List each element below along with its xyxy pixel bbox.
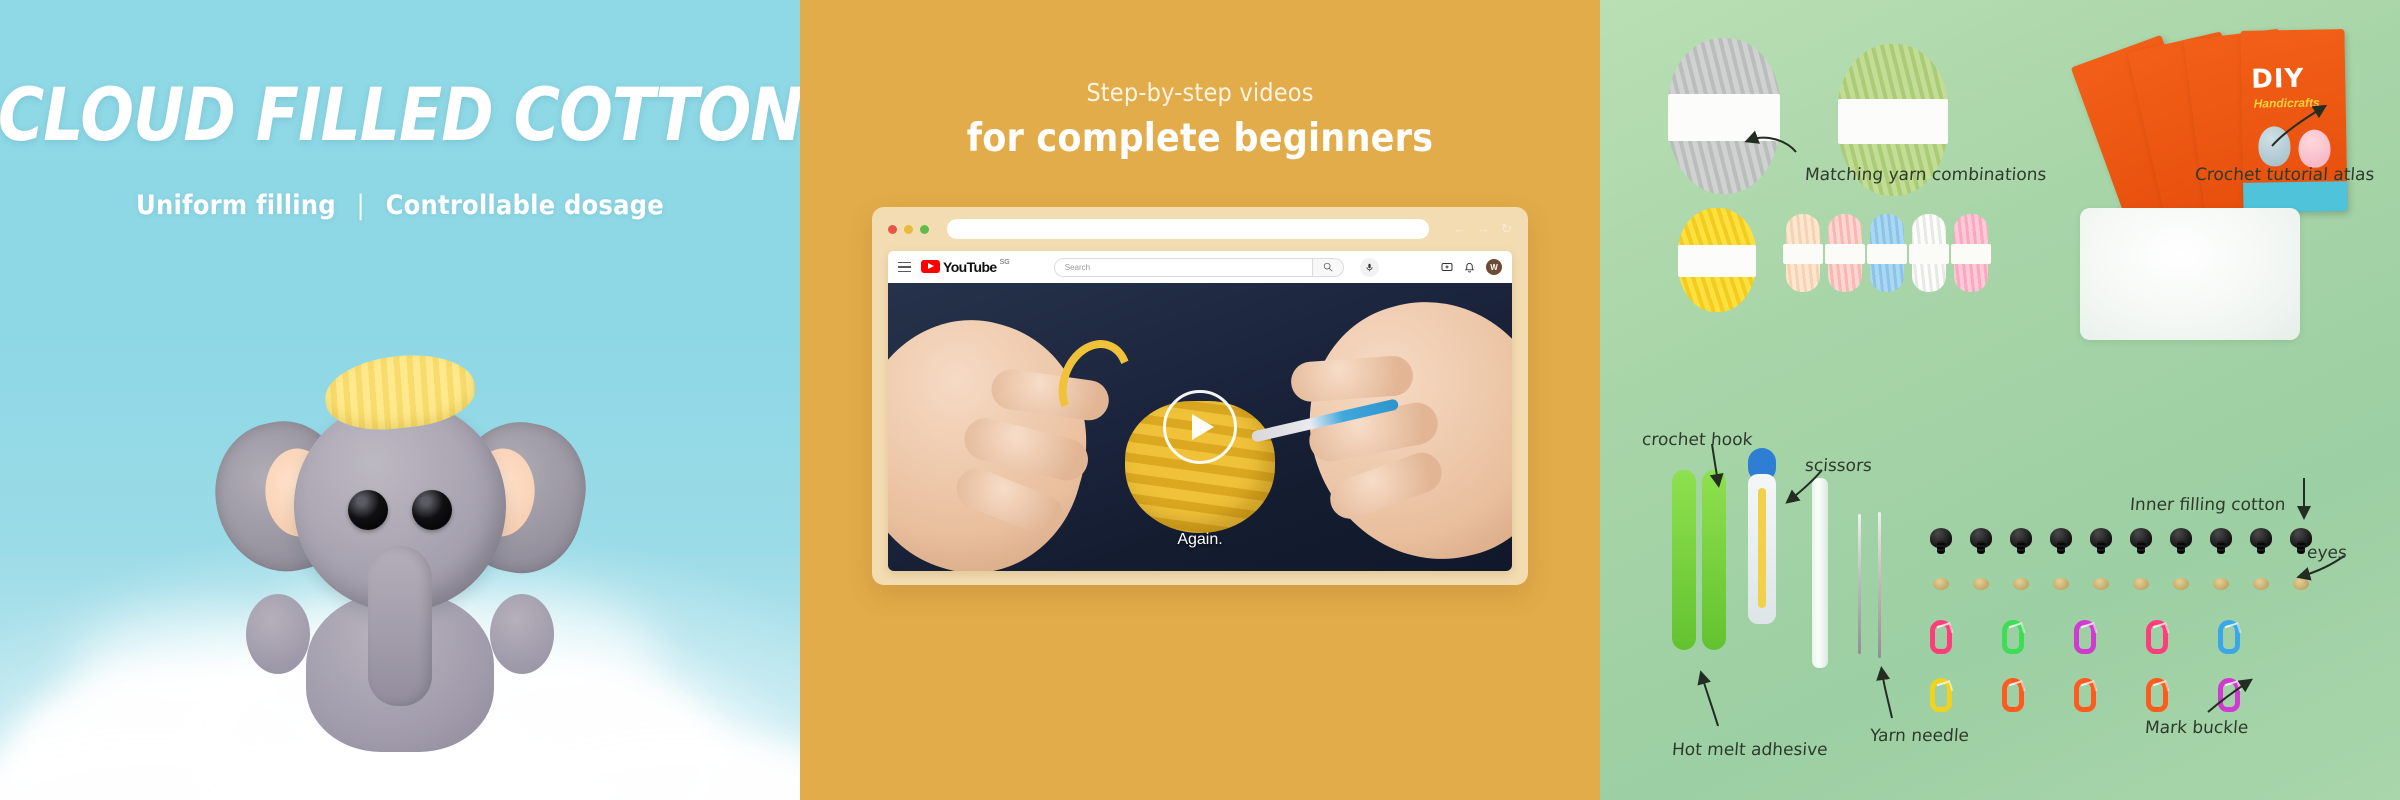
label-matching-yarn-combinations: Matching yarn combinations (1804, 165, 2048, 185)
microphone-icon[interactable] (1359, 257, 1379, 277)
label-eyes: eyes (2306, 543, 2348, 563)
label-yarn-needle: Yarn needle (1869, 726, 1970, 746)
play-button[interactable] (1163, 390, 1237, 464)
elephant-arm-left (246, 594, 310, 674)
panel-kit-contents: DIY Handicrafts Matching yarn combinatio… (1600, 0, 2400, 800)
panel-step-by-step-videos: Step-by-step videos for complete beginne… (800, 0, 1600, 800)
glue-stick (1812, 478, 1828, 668)
label-crochet-tutorial-atlas: Crochet tutorial atlas (2194, 165, 2376, 185)
youtube-viewport: YouTube SG Search W Again. (888, 251, 1512, 571)
label-scissors: scissors (1804, 456, 1873, 476)
youtube-header: YouTube SG Search W (888, 251, 1512, 283)
cotton-subtitle-left: Uniform filling (136, 190, 336, 221)
booklet-figure-pink (2298, 129, 2331, 168)
cotton-subtitle: Uniform filling | Controllable dosage (0, 190, 800, 221)
forward-arrow-icon[interactable]: → (1477, 221, 1490, 237)
elephant-arm-right (490, 594, 554, 674)
videos-kicker: Step-by-step videos (1086, 78, 1314, 107)
inner-filling-cotton-bag (2080, 208, 2300, 340)
youtube-logo[interactable]: YouTube SG (921, 259, 1010, 275)
booklet-subtitle: Handicrafts (2253, 95, 2320, 111)
cotton-subtitle-right: Controllable dosage (385, 190, 664, 221)
youtube-region-tag: SG (999, 259, 1010, 266)
panel-cloud-filled-cotton: CLOUD FILLED COTTON Uniform filling | Co… (0, 0, 800, 800)
maximize-window-dot[interactable] (920, 224, 929, 234)
label-crochet-hook: crochet hook (1641, 430, 1754, 450)
yarn-skein-yellow (1678, 208, 1756, 312)
browser-toolbar: ← → ↻ (872, 207, 1528, 251)
booklet-figure-blue (2258, 126, 2291, 167)
label-hot-melt-adhesive: Hot melt adhesive (1671, 740, 1829, 760)
label-mark-buckle: Mark buckle (2144, 718, 2249, 738)
hand-left (888, 294, 1116, 571)
youtube-play-badge-icon (921, 260, 940, 273)
yarn-skein-gray (1668, 38, 1780, 194)
page-title: CLOUD FILLED COTTON (0, 71, 800, 158)
yarn-needle-2 (1878, 512, 1881, 658)
play-triangle-icon (1191, 414, 1214, 440)
search-placeholder: Search (1064, 262, 1091, 272)
booklet-title: DIY (2251, 63, 2305, 95)
yarn-mini-pink (1951, 214, 1991, 292)
tutorial-booklet-1: DIY Handicrafts (2240, 29, 2348, 213)
search-button[interactable] (1311, 257, 1344, 277)
search-input[interactable]: Search (1053, 257, 1312, 277)
reload-icon[interactable]: ↻ (1501, 221, 1512, 237)
back-arrow-icon[interactable]: ← (1453, 221, 1466, 237)
close-window-dot[interactable] (888, 224, 897, 234)
yarn-mini-cream (1783, 214, 1823, 292)
youtube-search: Search (1053, 257, 1344, 277)
elephant-trunk (368, 546, 432, 706)
video-player[interactable]: Again. (888, 283, 1512, 571)
minimize-window-dot[interactable] (904, 224, 913, 234)
address-bar[interactable] (947, 219, 1430, 239)
yarn-mini-peach (1825, 214, 1865, 292)
yarn-mini-white (1909, 214, 1949, 292)
menu-icon[interactable] (898, 261, 911, 273)
browser-nav-icons: ← → ↻ (1453, 221, 1512, 237)
elephant-eye-right (412, 490, 452, 530)
label-inner-filling-cotton: Inner filling cotton (2129, 495, 2287, 515)
youtube-wordmark: YouTube (943, 259, 997, 275)
avatar[interactable]: W (1486, 259, 1502, 275)
videos-headline: for complete beginners (966, 116, 1434, 161)
browser-mockup: ← → ↻ YouTube SG Search W Again. (872, 207, 1528, 585)
elephant-eye-left (348, 490, 388, 530)
video-caption: Again. (1177, 531, 1223, 548)
cotton-subtitle-divider: | (356, 190, 365, 221)
youtube-account-actions: W (1441, 259, 1502, 275)
elephant-amigurumi (201, 330, 599, 760)
search-icon (1323, 262, 1333, 272)
yarn-mini-blue (1867, 214, 1907, 292)
window-traffic-lights (888, 224, 929, 234)
create-video-icon[interactable] (1441, 261, 1453, 273)
bell-icon[interactable] (1464, 262, 1475, 273)
yarn-needle-1 (1858, 514, 1861, 654)
